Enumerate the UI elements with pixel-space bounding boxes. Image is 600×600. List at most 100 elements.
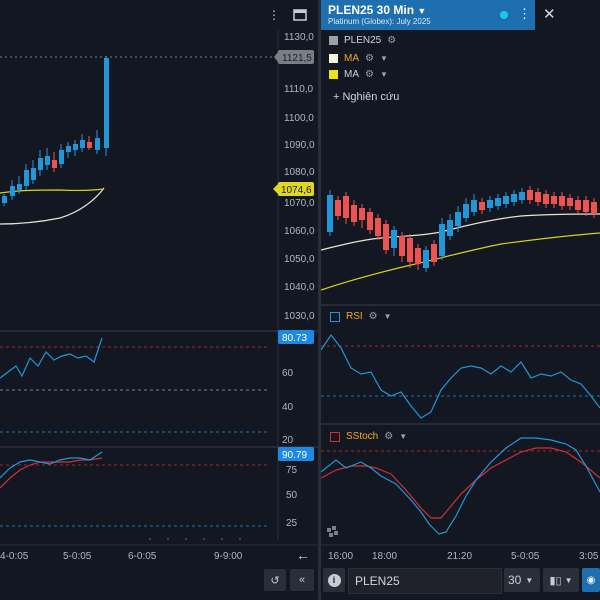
candle-body: [367, 212, 373, 230]
swatch-icon: [329, 36, 338, 45]
price-axis-label: 1050,0: [284, 254, 315, 265]
price-axis-label: 1060,0: [284, 226, 315, 237]
left-chart-pane[interactable]: ⋮ 1130,0 1110,0 1100,0 1090,0 1080,0 1070,0 10…: [0, 0, 318, 600]
legend-item-ma-1[interactable]: MA ⚙ ▼: [329, 53, 388, 64]
chevron-down-icon: ▼: [564, 575, 573, 585]
more-vertical-icon: ⋮: [268, 8, 280, 22]
gear-icon[interactable]: ⚙: [365, 69, 374, 80]
candle-body: [559, 196, 565, 206]
rsi-value-tag: 80.73: [282, 333, 307, 344]
candle-body: [567, 198, 573, 206]
symbol-field[interactable]: PLEN25: [348, 568, 502, 594]
price-axis-label: 1080,0: [284, 167, 315, 178]
candle-body: [45, 156, 50, 165]
candle-body: [511, 194, 517, 202]
candle-body: [583, 200, 589, 212]
candle-body: [407, 238, 413, 262]
price-axis-label: 1100,0: [284, 113, 314, 124]
chevron-down-icon[interactable]: ▼: [380, 70, 388, 79]
candle-body: [543, 194, 549, 204]
gear-icon[interactable]: ⚙: [387, 35, 396, 46]
visibility-button[interactable]: ◉: [582, 568, 600, 592]
candle-body: [519, 192, 525, 200]
reset-button[interactable]: ↺: [264, 569, 286, 591]
candle-body: [327, 195, 333, 232]
candle-body: [38, 158, 43, 170]
candle-body: [399, 236, 405, 256]
candle-body: [551, 196, 557, 204]
ma-value-tag: 1074,6: [281, 185, 312, 196]
chevron-down-icon: ▼: [525, 575, 534, 585]
eye-icon: ◉: [586, 574, 596, 586]
candle-body: [2, 196, 7, 203]
legend-item-ma-2[interactable]: MA ⚙ ▼: [329, 69, 388, 80]
chevron-down-icon[interactable]: ▼: [384, 312, 392, 321]
price-axis-label: 1130,0: [284, 32, 314, 43]
chevron-down-icon[interactable]: ▼: [380, 54, 388, 63]
chevron-down-icon[interactable]: ▼: [399, 432, 407, 441]
rsi-label[interactable]: RSI ⚙ ▼: [330, 311, 392, 322]
candle-body: [59, 150, 64, 164]
candle-body: [527, 190, 533, 200]
right-chart-pane[interactable]: 16:00 18:00 21:20 5-0:05 3:05 PLEN25 30 …: [321, 0, 600, 600]
gear-icon[interactable]: ⚙: [365, 53, 374, 64]
info-icon: i: [327, 573, 341, 587]
arrow-left-icon: ←: [296, 547, 310, 563]
left-chart-svg[interactable]: ⋮ 1130,0 1110,0 1100,0 1090,0 1080,0 1070,0 10…: [0, 0, 318, 600]
left-candles: [2, 56, 109, 206]
right-chart-svg[interactable]: 16:00 18:00 21:20 5-0:05 3:05: [321, 0, 600, 600]
legend-item-plen25[interactable]: PLEN25 ⚙: [329, 35, 396, 46]
candle-body: [439, 224, 445, 256]
swatch-icon: [329, 54, 338, 63]
swatch-icon: [330, 311, 340, 322]
swatch-icon: [330, 431, 340, 442]
status-dot-icon: [500, 11, 508, 19]
candle-body: [479, 202, 485, 210]
candle-body: [471, 200, 477, 212]
candle-body: [95, 138, 100, 150]
chart-title[interactable]: PLEN25 30 Min: [328, 3, 414, 17]
candle-body: [487, 200, 493, 208]
svg-text:5-0:05: 5-0:05: [511, 551, 540, 562]
candle-body: [87, 142, 92, 148]
last-price-tag: 1121,5: [282, 53, 312, 64]
svg-text:4-0:05: 4-0:05: [0, 551, 29, 562]
price-axis-label: 1040,0: [284, 282, 315, 293]
price-axis-label: 1110,0: [284, 84, 314, 95]
chart-workspace: ⋮ 1130,0 1110,0 1100,0 1090,0 1080,0 1070,0 10…: [0, 0, 600, 600]
svg-text:40: 40: [282, 402, 294, 413]
svg-text:18:00: 18:00: [372, 551, 397, 562]
chart-type-selector[interactable]: ▮▯ ▼: [543, 568, 579, 592]
gear-icon[interactable]: ⚙: [369, 311, 378, 322]
candle-body: [335, 200, 341, 216]
swatch-icon: [329, 70, 338, 79]
candle-body: [10, 186, 15, 196]
add-study-button[interactable]: + Nghiên cứu: [333, 91, 399, 103]
candle-body: [431, 244, 437, 262]
chevron-down-icon[interactable]: ▼: [417, 6, 426, 16]
price-axis-label: 1070,0: [284, 198, 315, 209]
interval-selector[interactable]: 30 ▼: [504, 568, 540, 592]
more-vertical-icon[interactable]: ⋮: [518, 6, 531, 22]
scroll-back-button[interactable]: «: [290, 569, 314, 591]
reset-icon: ↺: [270, 574, 280, 587]
candle-body: [31, 168, 36, 180]
gear-icon[interactable]: ⚙: [384, 431, 393, 442]
svg-text:5-0:05: 5-0:05: [63, 551, 92, 562]
svg-text:25: 25: [286, 518, 298, 529]
info-button[interactable]: i: [323, 568, 345, 592]
svg-text:9-9:00: 9-9:00: [214, 551, 243, 562]
candle-body: [343, 196, 349, 218]
stoch-label[interactable]: SStoch ⚙ ▼: [330, 431, 407, 442]
close-icon[interactable]: ✕: [543, 5, 556, 23]
chart-header[interactable]: PLEN25 30 Min ▼ Platinum (Globex): July …: [321, 0, 535, 30]
candle-body: [66, 146, 71, 152]
candle-body: [535, 192, 541, 202]
stoch-value-tag: 90.79: [282, 450, 307, 461]
svg-text:20: 20: [282, 435, 294, 446]
candle-body: [415, 248, 421, 264]
candle-body: [104, 58, 109, 148]
candle-body: [463, 204, 469, 218]
svg-text:21:20: 21:20: [447, 551, 472, 562]
double-chevron-left-icon: «: [298, 574, 306, 586]
